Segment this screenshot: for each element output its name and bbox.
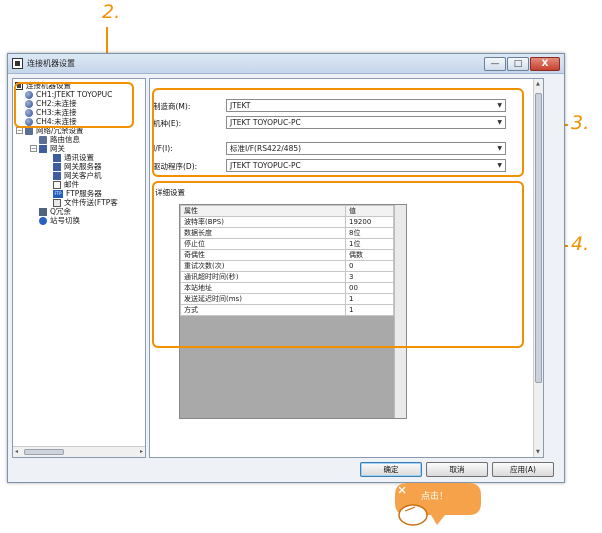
gateway-client-icon	[53, 171, 61, 180]
tree-scroll-thumb[interactable]	[24, 449, 64, 455]
redundancy-icon	[39, 207, 47, 216]
callout-3: 3.	[571, 112, 590, 134]
apply-button[interactable]: 应用(A)	[492, 462, 554, 477]
tree-item-station-switch-label: 站号切换	[50, 216, 80, 225]
scroll-up-icon[interactable]: ▲	[536, 81, 540, 87]
settings-tree: 连接机器设置 CH1:JTEKT TOYOPUC CH2:未连接 CH3:未连接…	[12, 78, 146, 458]
tree-horizontal-scrollbar[interactable]: ◂ ▸	[13, 446, 145, 457]
highlight-channel-list	[14, 82, 134, 128]
highlight-device-settings	[152, 88, 524, 177]
content-vertical-scrollbar[interactable]: ▲ ▼	[533, 79, 543, 457]
ftp-icon: FTP	[53, 189, 63, 198]
maximize-button[interactable]: □	[507, 57, 529, 71]
routing-icon	[39, 135, 47, 144]
callout-4: 4.	[571, 233, 590, 255]
tree-item-station-switch[interactable]: 站号切换	[39, 216, 80, 225]
callout-2: 2.	[102, 1, 121, 23]
minimize-button[interactable]: —	[484, 57, 506, 71]
app-icon	[12, 58, 23, 69]
comm-settings-icon	[53, 153, 61, 162]
gateway-icon	[39, 144, 47, 153]
gateway-expander[interactable]: −	[30, 145, 37, 152]
tree-item-gateway[interactable]: 网关	[39, 144, 65, 153]
title-bar: 连接机器设置 — □ X	[8, 54, 564, 74]
station-switch-icon	[39, 216, 47, 225]
scroll-down-icon[interactable]: ▼	[536, 449, 540, 455]
pointer-hand-icon	[398, 504, 428, 526]
close-button[interactable]: X	[530, 57, 560, 71]
highlight-detail-settings	[152, 181, 524, 348]
tree-item-file-transfer-label: 文件传送(FTP客	[64, 198, 118, 207]
scroll-left-icon[interactable]: ◂	[15, 448, 18, 455]
network-expander[interactable]: −	[16, 127, 23, 134]
scroll-right-icon[interactable]: ▸	[140, 448, 143, 455]
content-scroll-thumb[interactable]	[535, 93, 542, 383]
click-hint: 点击！	[385, 465, 484, 533]
gateway-server-icon	[53, 162, 61, 171]
click-hint-text: 点击！	[421, 492, 449, 502]
window-title: 连接机器设置	[27, 59, 75, 68]
mail-icon	[53, 180, 61, 189]
